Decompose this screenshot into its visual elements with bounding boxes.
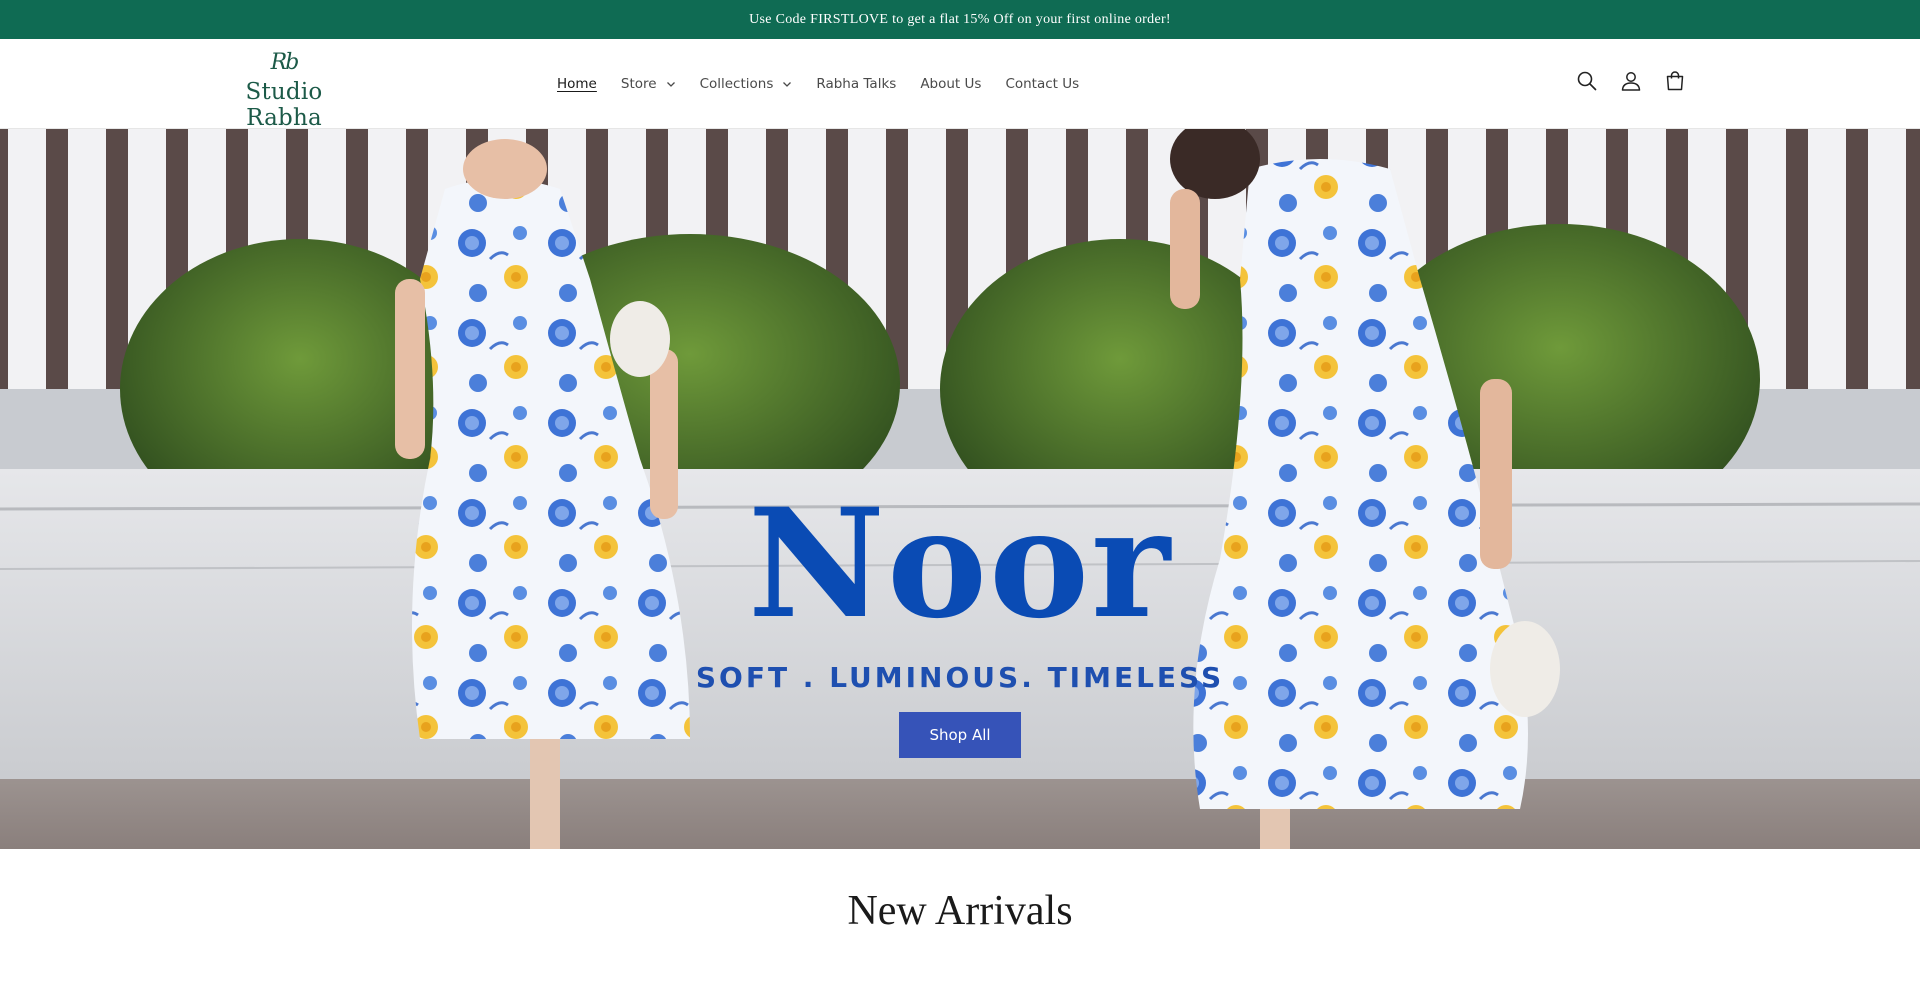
search-button[interactable] — [1565, 59, 1609, 103]
nav-label-store: Store — [620, 75, 657, 92]
header-icons — [1565, 39, 1697, 122]
site-header: Rb Studio Rabha Home Store Collections R… — [0, 39, 1920, 132]
nav-label-collections: Collections — [699, 75, 774, 92]
chevron-down-icon — [783, 81, 792, 87]
logo[interactable]: Rb Studio Rabha — [208, 50, 360, 132]
nav-label-home: Home — [557, 75, 597, 92]
hero-title: Noor — [747, 476, 1173, 652]
nav-item-home[interactable]: Home — [545, 76, 609, 92]
nav-item-store[interactable]: Store — [609, 76, 688, 92]
hero-content: Noor SOFT . LUMINOUS. TIMELESS Shop All — [0, 129, 1920, 849]
cart-button[interactable] — [1653, 59, 1697, 103]
shop-all-button[interactable]: Shop All — [899, 712, 1021, 758]
nav-item-rabha-talks[interactable]: Rabha Talks — [804, 76, 908, 92]
hero-subtitle: SOFT . LUMINOUS. TIMELESS — [695, 661, 1225, 694]
main-nav: Home Store Collections Rabha Talks About… — [545, 39, 1091, 128]
announcement-bar: Use Code FIRSTLOVE to get a flat 15% Off… — [0, 0, 1920, 39]
nav-item-contact-us[interactable]: Contact Us — [993, 76, 1091, 92]
account-button[interactable] — [1609, 59, 1653, 103]
cart-icon — [1666, 70, 1684, 90]
search-icon — [1577, 71, 1597, 90]
hero-banner: Noor SOFT . LUMINOUS. TIMELESS Shop All — [0, 129, 1920, 849]
logo-mark: Rb — [270, 50, 300, 75]
logo-text: Studio Rabha — [245, 79, 323, 131]
nav-label-rabha-talks: Rabha Talks — [816, 75, 897, 92]
nav-item-collections[interactable]: Collections — [688, 76, 805, 92]
nav-label-about-us: About Us — [920, 75, 982, 92]
nav-label-contact-us: Contact Us — [1005, 75, 1080, 92]
nav-item-about-us[interactable]: About Us — [908, 76, 993, 92]
chevron-down-icon — [666, 81, 675, 87]
new-arrivals-heading: New Arrivals — [847, 888, 1073, 934]
announcement-text: Use Code FIRSTLOVE to get a flat 15% Off… — [749, 11, 1171, 27]
account-icon — [1621, 71, 1641, 91]
